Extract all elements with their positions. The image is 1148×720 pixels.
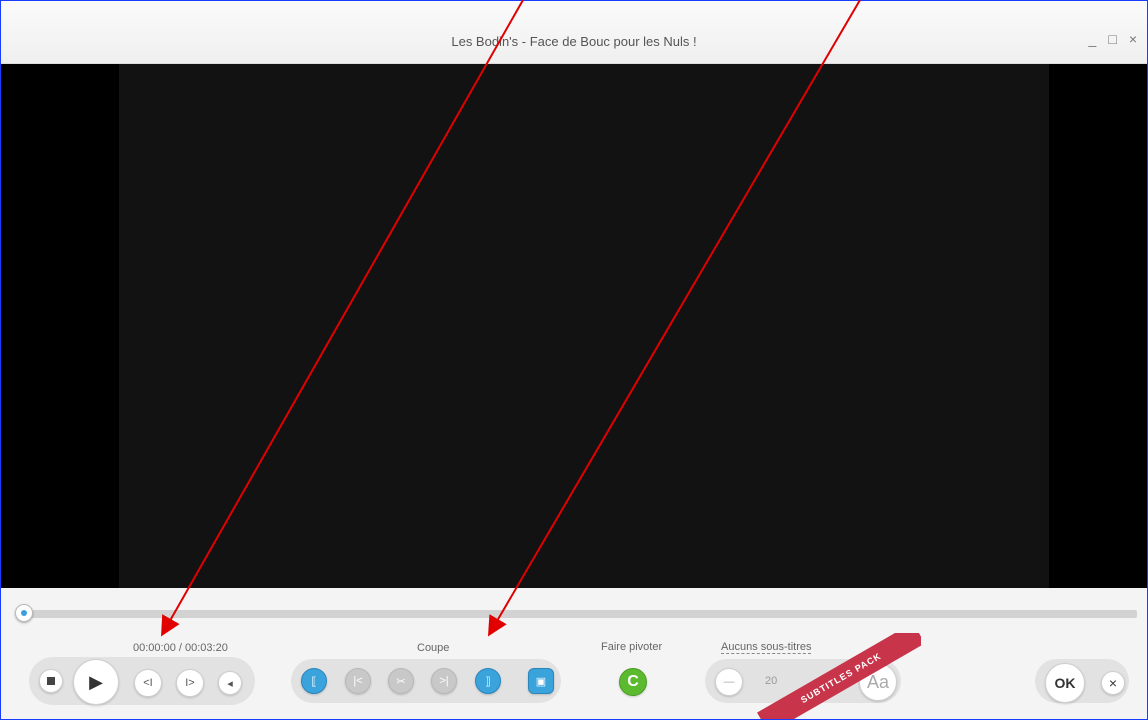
maximize-button[interactable]: □ (1108, 31, 1116, 47)
stop-button[interactable] (39, 669, 63, 693)
close-window-button[interactable]: × (1129, 31, 1137, 47)
go-to-end-button[interactable]: >| (431, 668, 457, 694)
go-to-end-icon: >| (439, 675, 449, 687)
cut-group (291, 659, 561, 703)
control-panel: 00:00:00 / 00:03:20 ▶ <I I> ◂ Coupe ⟦ |<… (1, 589, 1147, 719)
rotate-button[interactable]: C (619, 668, 647, 696)
next-frame-button[interactable]: I> (176, 669, 204, 697)
next-frame-icon: I> (185, 677, 195, 689)
ok-label: OK (1054, 675, 1076, 691)
mark-out-icon: ⟧ (485, 675, 491, 688)
go-to-start-icon: |< (353, 675, 363, 687)
subtitle-font-button[interactable]: Aa (859, 663, 897, 701)
volume-icon: ◂ (227, 677, 233, 690)
previous-frame-icon: <I (143, 677, 153, 689)
stop-icon (47, 677, 55, 685)
decrease-subtitle-size-button[interactable]: — (715, 668, 743, 696)
mark-in-icon: ⟦ (311, 675, 317, 688)
font-icon: Aa (866, 671, 890, 692)
rotate-icon: C (627, 673, 639, 690)
cut-button[interactable]: ✂ (388, 668, 414, 694)
seek-bar[interactable] (15, 604, 1137, 622)
window-controls: _ □ × (1089, 31, 1137, 47)
preview-button[interactable]: ▣ (528, 668, 554, 694)
volume-button[interactable]: ◂ (218, 671, 242, 695)
minimize-button[interactable]: _ (1089, 31, 1097, 47)
video-area[interactable] (1, 64, 1147, 588)
mark-out-button[interactable]: ⟧ (475, 668, 501, 694)
play-icon: ▶ (89, 671, 103, 692)
ok-button[interactable]: OK (1045, 663, 1085, 703)
cancel-button[interactable]: × (1101, 671, 1125, 695)
video-editor-window: Les Bodin's - Face de Bouc pour les Nuls… (0, 0, 1148, 720)
seek-handle[interactable] (15, 604, 33, 622)
mark-in-button[interactable]: ⟦ (301, 668, 327, 694)
close-icon: × (1108, 675, 1118, 691)
preview-icon: ▣ (535, 675, 547, 688)
subtitle-size-value: 20 (765, 675, 778, 687)
go-to-start-button[interactable]: |< (345, 668, 371, 694)
video-frame (119, 64, 1049, 588)
rotate-label: Faire pivoter (601, 641, 663, 653)
cut-label: Coupe (417, 642, 450, 654)
subtitles-select[interactable]: Aucuns sous-titres (721, 641, 812, 654)
time-display: 00:00:00 / 00:03:20 (133, 642, 228, 654)
play-button[interactable]: ▶ (73, 659, 119, 705)
title-bar: Les Bodin's - Face de Bouc pour les Nuls… (1, 1, 1147, 64)
minus-icon: — (723, 676, 735, 688)
scissors-icon: ✂ (396, 675, 406, 688)
window-title: Les Bodin's - Face de Bouc pour les Nuls… (451, 34, 697, 49)
previous-frame-button[interactable]: <I (134, 669, 162, 697)
